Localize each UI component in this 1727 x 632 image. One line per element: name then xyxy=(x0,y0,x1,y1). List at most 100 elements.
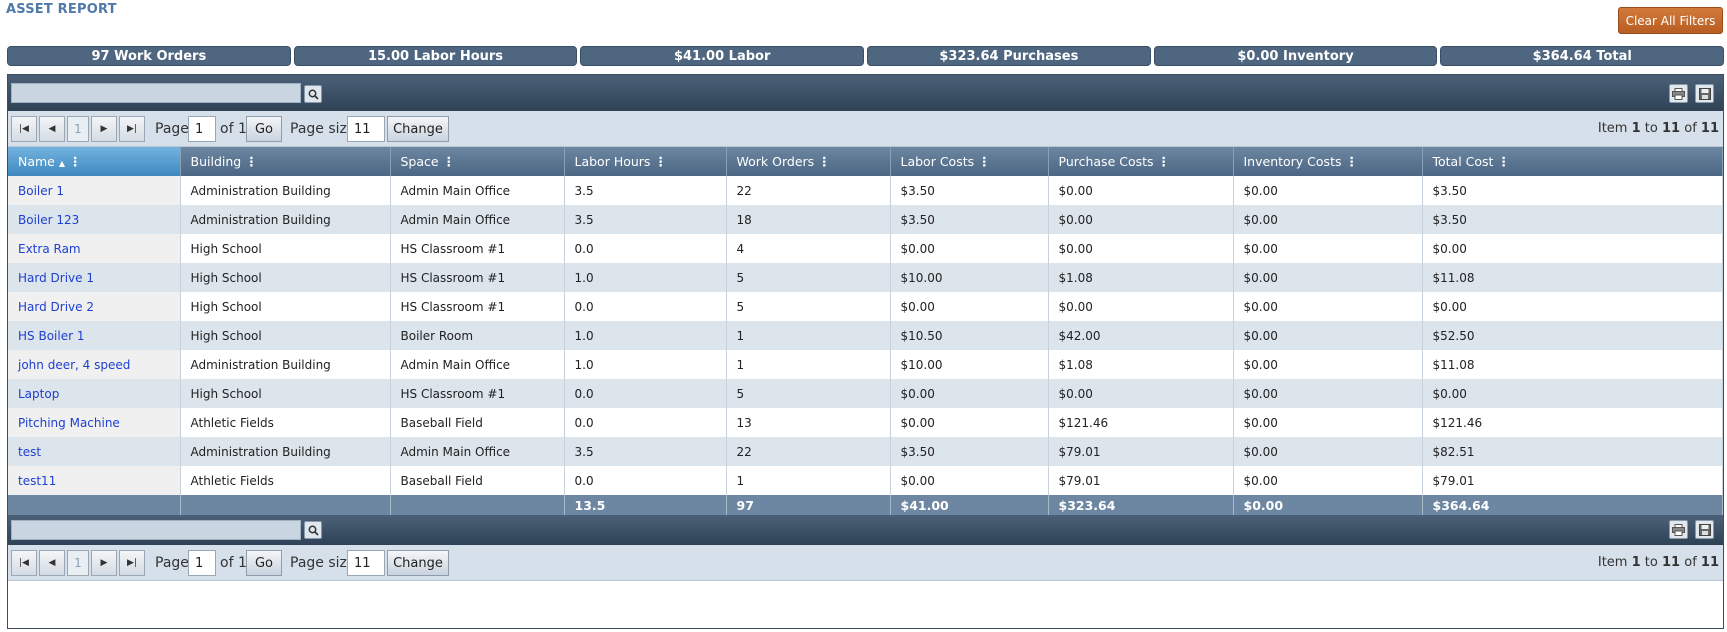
column-header-space[interactable]: Space ⋮ xyxy=(390,147,565,176)
cell-name[interactable]: Extra Ram xyxy=(8,234,181,263)
cell-labor-hours: 1.0 xyxy=(564,321,727,350)
item-range-info: Item 1 to 11 of 11 xyxy=(1598,121,1719,136)
cell-labor-costs: $10.50 xyxy=(890,321,1049,350)
column-menu-icon[interactable]: ⋮ xyxy=(1497,154,1510,169)
table-row[interactable]: Extra Ram High School HS Classroom #1 0.0 4 $… xyxy=(8,234,1723,263)
printer-icon[interactable] xyxy=(1669,520,1688,539)
cell-name[interactable]: Pitching Machine xyxy=(8,408,181,437)
page-input[interactable]: 1 xyxy=(188,116,216,142)
page-input[interactable]: 1 xyxy=(188,550,216,576)
cell-name[interactable]: Boiler 123 xyxy=(8,205,181,234)
cell-building: Administration Building xyxy=(180,205,391,234)
search-input[interactable] xyxy=(11,83,301,103)
go-button[interactable]: Go xyxy=(246,116,282,142)
table-row[interactable]: test11 Athletic Fields Baseball Field 0.0 1 $… xyxy=(8,466,1723,495)
table-row[interactable]: Hard Drive 2 High School HS Classroom #1 0.… xyxy=(8,292,1723,321)
cell-work-orders: 1 xyxy=(726,350,891,379)
cell-name[interactable]: HS Boiler 1 xyxy=(8,321,181,350)
page-size-input[interactable]: 11 xyxy=(347,550,385,576)
column-header-total-cost[interactable]: Total Cost ⋮ xyxy=(1422,147,1723,176)
cell-total-cost: $3.50 xyxy=(1422,205,1723,234)
table-row[interactable]: HS Boiler 1 High School Boiler Room 1.0 1 $10… xyxy=(8,321,1723,350)
printer-icon[interactable] xyxy=(1669,84,1688,103)
column-label: Work Orders xyxy=(736,154,815,169)
search-input[interactable] xyxy=(11,520,301,540)
column-header-work-orders[interactable]: Work Orders ⋮ xyxy=(726,147,891,176)
column-menu-icon[interactable]: ⋮ xyxy=(818,154,831,169)
column-menu-icon[interactable]: ⋮ xyxy=(69,154,82,169)
cell-space: HS Classroom #1 xyxy=(390,234,565,263)
table-row[interactable]: Boiler 1 Administration Building Admin Mai… xyxy=(8,176,1723,205)
first-page-icon[interactable]: |◀ xyxy=(11,550,37,576)
change-button[interactable]: Change xyxy=(387,116,449,142)
column-menu-icon[interactable]: ⋮ xyxy=(1158,154,1171,169)
cell-inventory-costs: $0.00 xyxy=(1233,176,1423,205)
page-number-button[interactable]: 1 xyxy=(67,550,89,576)
cell-space: Baseball Field xyxy=(390,466,565,495)
column-menu-icon[interactable]: ⋮ xyxy=(1345,154,1358,169)
cell-purchase-costs: $0.00 xyxy=(1048,379,1234,408)
cell-inventory-costs: $0.00 xyxy=(1233,292,1423,321)
cell-building: Athletic Fields xyxy=(180,466,391,495)
table-row[interactable]: Laptop High School HS Classroom #1 0.0 5 $0.0… xyxy=(8,379,1723,408)
cell-total-cost: $11.08 xyxy=(1422,263,1723,292)
cell-building: High School xyxy=(180,321,391,350)
column-header-labor-costs[interactable]: Labor Costs ⋮ xyxy=(890,147,1049,176)
column-header-inventory-costs[interactable]: Inventory Costs ⋮ xyxy=(1233,147,1423,176)
first-page-icon[interactable]: |◀ xyxy=(11,116,37,142)
last-page-icon[interactable]: ▶| xyxy=(119,550,145,576)
column-header-labor-hours[interactable]: Labor Hours ⋮ xyxy=(564,147,727,176)
cell-work-orders: 18 xyxy=(726,205,891,234)
page-size-input[interactable]: 11 xyxy=(347,116,385,142)
item-prefix: Item xyxy=(1597,555,1628,570)
change-button[interactable]: Change xyxy=(387,550,449,576)
column-menu-icon[interactable]: ⋮ xyxy=(978,154,991,169)
cell-labor-costs: $0.00 xyxy=(890,379,1049,408)
cell-name[interactable]: test11 xyxy=(8,466,181,495)
cell-labor-costs: $3.50 xyxy=(890,176,1049,205)
table-row[interactable]: Pitching Machine Athletic Fields Baseball … xyxy=(8,408,1723,437)
cell-name[interactable]: Hard Drive 2 xyxy=(8,292,181,321)
item-range-info: Item 1 to 11 of 11 xyxy=(1598,555,1719,570)
cell-purchase-costs: $1.08 xyxy=(1048,350,1234,379)
header-row: Name ▲ ⋮ Building ⋮ Space ⋮ Labor Hours ⋮ Wor… xyxy=(8,147,1723,176)
column-menu-icon[interactable]: ⋮ xyxy=(245,154,258,169)
cell-name[interactable]: Laptop xyxy=(8,379,181,408)
clear-all-filters-button[interactable]: Clear All Filters xyxy=(1618,7,1723,34)
table-row[interactable]: Boiler 123 Administration Building Admin M… xyxy=(8,205,1723,234)
column-menu-icon[interactable]: ⋮ xyxy=(654,154,667,169)
cell-total-cost: $11.08 xyxy=(1422,350,1723,379)
cell-labor-costs: $3.50 xyxy=(890,205,1049,234)
cell-labor-costs: $0.00 xyxy=(890,466,1049,495)
column-header-purchase-costs[interactable]: Purchase Costs ⋮ xyxy=(1048,147,1234,176)
cell-total-cost: $3.50 xyxy=(1422,176,1723,205)
prev-page-icon[interactable]: ◀ xyxy=(39,116,65,142)
table-row[interactable]: Hard Drive 1 High School HS Classroom #1 1.… xyxy=(8,263,1723,292)
column-menu-icon[interactable]: ⋮ xyxy=(443,154,456,169)
column-header-building[interactable]: Building ⋮ xyxy=(180,147,391,176)
cell-space: Admin Main Office xyxy=(390,205,565,234)
next-page-icon[interactable]: ▶ xyxy=(91,550,117,576)
item-of-word: of xyxy=(1684,555,1697,570)
cell-name[interactable]: test xyxy=(8,437,181,466)
column-header-name[interactable]: Name ▲ ⋮ xyxy=(8,147,181,176)
cell-work-orders: 22 xyxy=(726,437,891,466)
floppy-disk-icon[interactable] xyxy=(1695,84,1714,103)
magnifier-icon[interactable] xyxy=(304,85,322,103)
cell-total-cost: $82.51 xyxy=(1422,437,1723,466)
floppy-disk-icon[interactable] xyxy=(1695,520,1714,539)
go-button[interactable]: Go xyxy=(246,550,282,576)
magnifier-icon[interactable] xyxy=(304,521,322,539)
next-page-icon[interactable]: ▶ xyxy=(91,116,117,142)
cell-name[interactable]: Hard Drive 1 xyxy=(8,263,181,292)
table-row[interactable]: test Administration Building Admin Main Of… xyxy=(8,437,1723,466)
cell-name[interactable]: Boiler 1 xyxy=(8,176,181,205)
grid-pager-top: |◀ ◀ 1 ▶ ▶| Page: 1 of 1 Go Page size: 1… xyxy=(8,111,1723,147)
cell-name[interactable]: john deer, 4 speed xyxy=(8,350,181,379)
last-page-icon[interactable]: ▶| xyxy=(119,116,145,142)
cell-total-cost: $79.01 xyxy=(1422,466,1723,495)
cell-labor-hours: 1.0 xyxy=(564,263,727,292)
table-row[interactable]: john deer, 4 speed Administration Buildin… xyxy=(8,350,1723,379)
page-number-button[interactable]: 1 xyxy=(67,116,89,142)
prev-page-icon[interactable]: ◀ xyxy=(39,550,65,576)
